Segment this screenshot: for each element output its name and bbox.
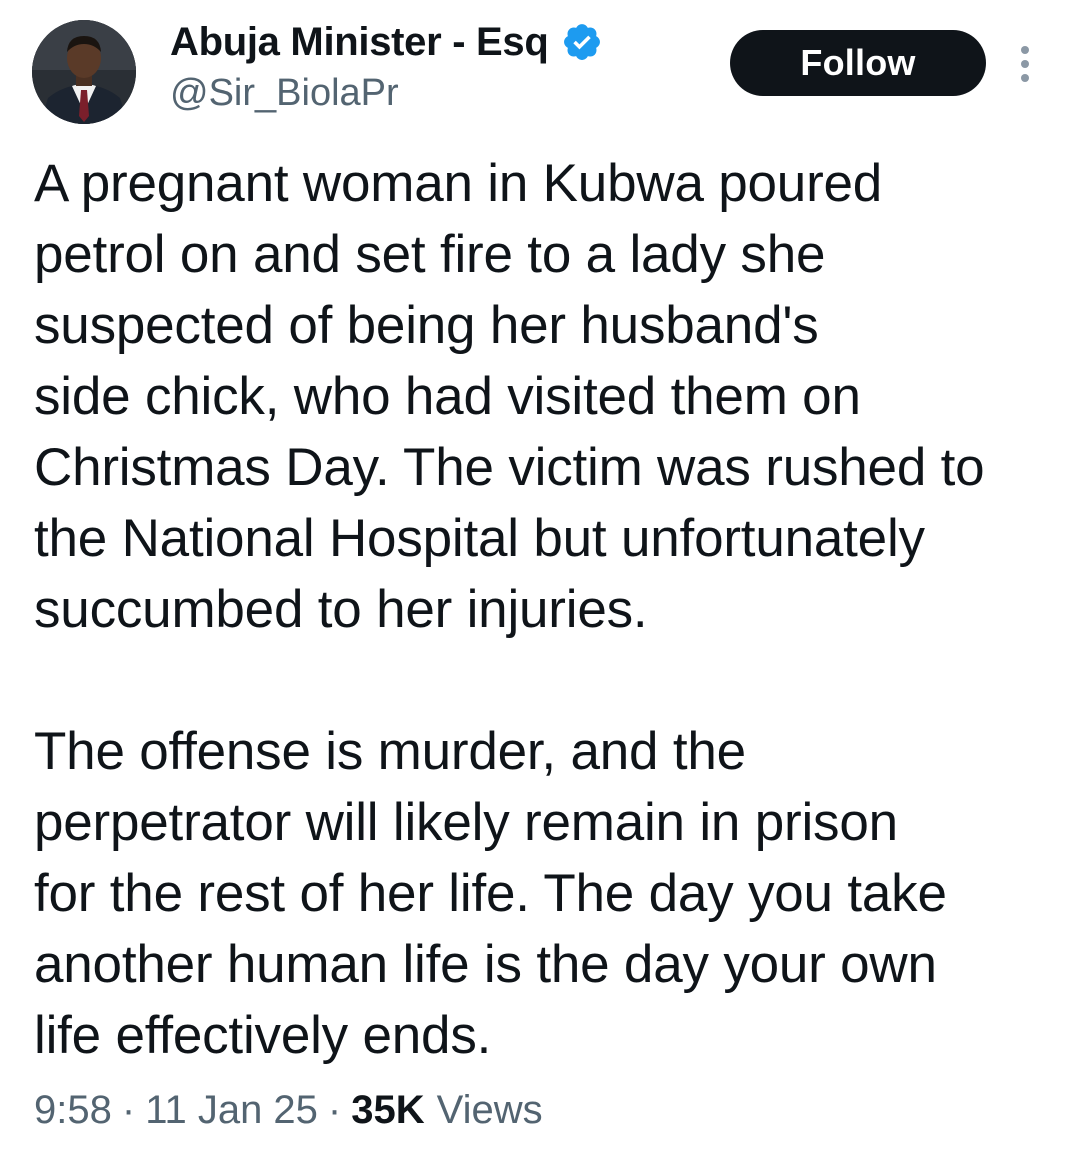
more-vertical-icon[interactable] [1012,44,1040,84]
author-handle[interactable]: @Sir_BiolaPr [170,72,399,115]
views-label[interactable]: Views [437,1088,543,1133]
verified-badge-icon [563,24,600,60]
meta-separator: · [327,1088,342,1132]
meta-separator: · [121,1088,136,1132]
avatar[interactable] [32,20,136,124]
tweet-date[interactable]: 11 Jan 25 [145,1088,318,1133]
tweet-card: Abuja Minister - Esq @Sir_BiolaPr Follow… [0,0,1080,1174]
views-count[interactable]: 35K [351,1088,424,1133]
tweet-paragraph: The offense is murder, and the perpetrat… [34,722,947,1065]
profile-photo [32,20,136,124]
tweet-time[interactable]: 9:58 [34,1088,112,1133]
tweet-meta: 9:58 · 11 Jan 25 · 35K Views [34,1088,543,1133]
author-display-name[interactable]: Abuja Minister - Esq [170,20,549,65]
follow-button[interactable]: Follow [730,30,986,96]
tweet-paragraph: A pregnant woman in Kubwa poured petrol … [34,154,985,639]
tweet-text: A pregnant woman in Kubwa poured petrol … [34,148,1064,1071]
author-name-row: Abuja Minister - Esq [170,16,603,68]
